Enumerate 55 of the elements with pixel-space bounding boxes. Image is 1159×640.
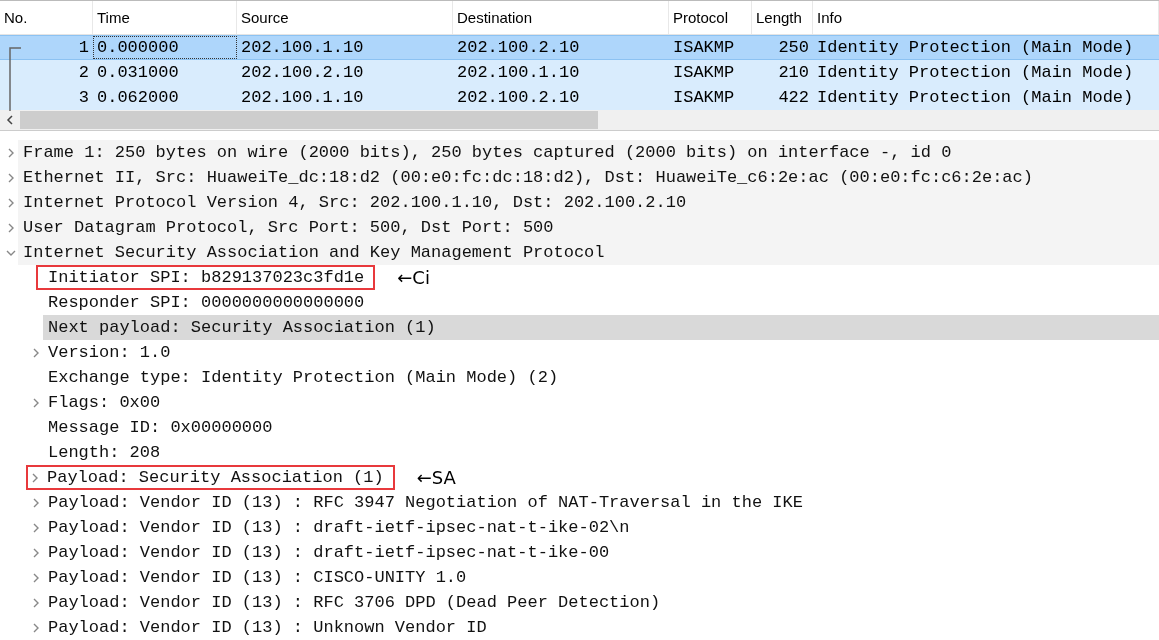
- tree-item[interactable]: Responder SPI: 0000000000000000: [43, 290, 1159, 315]
- table-cell: 2: [78, 63, 89, 82]
- table-cell: 202.100.1.10: [241, 88, 364, 107]
- tree-item[interactable]: Version: 1.0: [43, 340, 1159, 365]
- table-cell: Identity Protection (Main Mode): [817, 88, 1134, 107]
- table-cell: Identity Protection (Main Mode): [817, 38, 1134, 57]
- annotation-text: ←SA: [416, 467, 456, 488]
- table-cell: 250: [778, 38, 809, 57]
- packet-row[interactable]: 2 0.031000 202.100.2.10 202.100.1.10 ISAKMP 210 Identity Protection (Main Mode): [0, 60, 1159, 85]
- table-cell: 202.100.2.10: [457, 88, 580, 107]
- tree-item[interactable]: Payload: Vendor ID (13) : RFC 3947 Negotiation of NAT-Traversal in the IKE: [43, 490, 1159, 515]
- tree-item[interactable]: Exchange type: Identity Protection (Main Mode) (2): [43, 365, 1159, 390]
- table-cell: 0.000000: [97, 38, 179, 57]
- column-header[interactable]: Protocol: [669, 1, 752, 34]
- horizontal-scrollbar[interactable]: [0, 110, 1159, 131]
- table-cell: 422: [778, 88, 809, 107]
- table-cell: ISAKMP: [673, 38, 735, 57]
- column-header[interactable]: Length: [752, 1, 813, 34]
- tree-item[interactable]: Payload: Vendor ID (13) : CISCO-UNITY 1.0: [43, 565, 1159, 590]
- column-header[interactable]: Time: [93, 1, 237, 34]
- tree-item[interactable]: Frame 1: 250 bytes on wire (2000 bits), 250 bytes captured (2000 bits) on interface -, id 0: [18, 140, 1159, 165]
- tree-item[interactable]: Ethernet II, Src: HuaweiTe_dc:18:d2 (00:e0:fc:dc:18:d2), Dst: HuaweiTe_c6:2e:ac (00:e0:fc:c6:2e:ac): [18, 165, 1159, 190]
- table-cell: ISAKMP: [673, 63, 735, 82]
- tree-item[interactable]: Payload: Vendor ID (13) : draft-ietf-ipsec-nat-t-ike-02\n: [43, 515, 1159, 540]
- tree-item[interactable]: Payload: Security Association (1): [42, 465, 387, 490]
- tree-item[interactable]: Length: 208: [43, 440, 1159, 465]
- scrollbar-thumb[interactable]: [20, 111, 598, 129]
- table-cell: 3: [78, 88, 89, 107]
- column-header[interactable]: No.: [0, 1, 93, 34]
- table-cell: ISAKMP: [673, 88, 735, 107]
- table-cell: 0.062000: [97, 88, 179, 107]
- table-cell: 202.100.1.10: [457, 63, 580, 82]
- column-header[interactable]: Info: [813, 1, 1159, 34]
- table-cell: 210: [778, 63, 809, 82]
- annotation-text: ←Ci: [397, 267, 430, 288]
- table-cell: 202.100.2.10: [241, 63, 364, 82]
- tree-item[interactable]: Internet Protocol Version 4, Src: 202.100.1.10, Dst: 202.100.2.10: [18, 190, 1159, 215]
- table-cell: Identity Protection (Main Mode): [817, 63, 1134, 82]
- table-cell: 202.100.2.10: [457, 38, 580, 57]
- column-header[interactable]: Source: [237, 1, 453, 34]
- tree-item[interactable]: Next payload: Security Association (1): [43, 315, 1159, 340]
- column-header[interactable]: Destination: [453, 1, 669, 34]
- tree-item[interactable]: Payload: Vendor ID (13) : RFC 3706 DPD (Dead Peer Detection): [43, 590, 1159, 615]
- packet-row[interactable]: 1 0.000000 202.100.1.10 202.100.2.10 ISAKMP 250 Identity Protection (Main Mode): [0, 35, 1159, 60]
- table-cell: 1: [78, 38, 89, 57]
- tree-item[interactable]: Initiator SPI: b829137023c3fd1e: [43, 265, 368, 290]
- tree-item[interactable]: User Datagram Protocol, Src Port: 500, Dst Port: 500: [18, 215, 1159, 240]
- tree-item[interactable]: Message ID: 0x00000000: [43, 415, 1159, 440]
- table-cell: 0.031000: [97, 63, 179, 82]
- tree-item[interactable]: Payload: Vendor ID (13) : Unknown Vendor ID: [43, 615, 1159, 640]
- packet-row[interactable]: 3 0.062000 202.100.1.10 202.100.2.10 ISAKMP 422 Identity Protection (Main Mode): [0, 85, 1159, 110]
- tree-item[interactable]: Internet Security Association and Key Management Protocol: [18, 240, 1159, 265]
- tree-item[interactable]: Flags: 0x00: [43, 390, 1159, 415]
- table-cell: 202.100.1.10: [241, 38, 364, 57]
- tree-item[interactable]: Payload: Vendor ID (13) : draft-ietf-ipsec-nat-t-ike-00: [43, 540, 1159, 565]
